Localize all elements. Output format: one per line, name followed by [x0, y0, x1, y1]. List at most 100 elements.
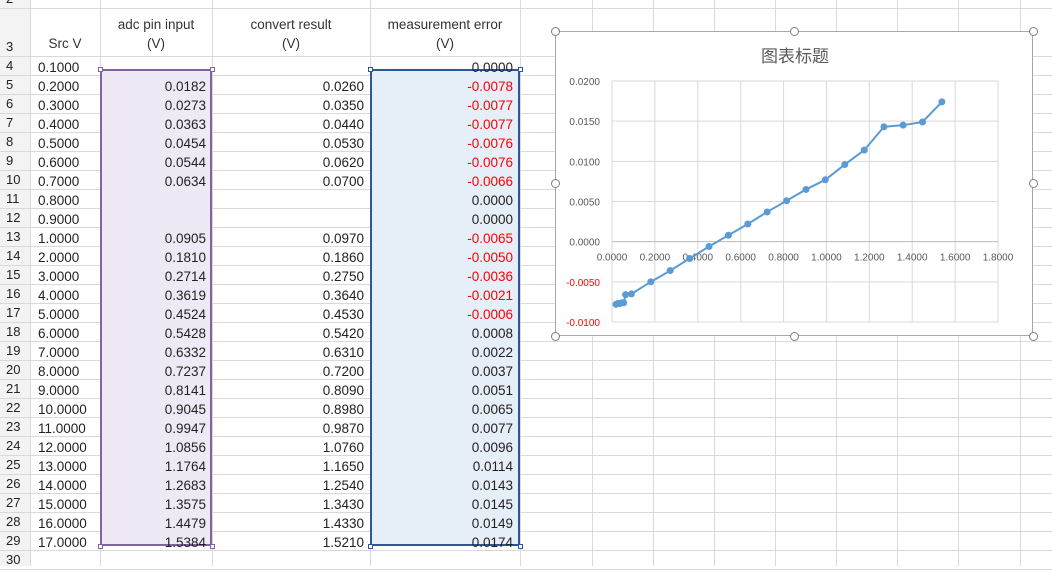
- cell-src-v[interactable]: 12.0000: [38, 438, 98, 457]
- cell-measurement-error[interactable]: -0.0077: [370, 115, 513, 134]
- selection-handle[interactable]: [210, 67, 215, 72]
- header-convert-line2[interactable]: (V): [212, 34, 370, 53]
- chart-resize-handle[interactable]: [550, 179, 560, 188]
- cell-adc-input[interactable]: 0.5428: [100, 324, 206, 343]
- cell-convert-result[interactable]: 0.0350: [212, 96, 364, 115]
- row-number[interactable]: 17: [6, 303, 30, 322]
- cell-measurement-error[interactable]: 0.0114: [370, 457, 513, 476]
- chart-plot[interactable]: 0.0200 0.0150 0.0100 0.0050 0.0000 -0.0050 -0.…: [556, 32, 1034, 337]
- row-number[interactable]: 26: [6, 474, 30, 493]
- cell-measurement-error[interactable]: 0.0145: [370, 495, 513, 514]
- cell-measurement-error[interactable]: -0.0036: [370, 267, 513, 286]
- cell-src-v[interactable]: 0.3000: [38, 96, 98, 115]
- cell-adc-input[interactable]: 1.4479: [100, 514, 206, 533]
- cell-src-v[interactable]: 8.0000: [38, 362, 98, 381]
- cell-adc-input[interactable]: 1.3575: [100, 495, 206, 514]
- chart-resize-handle[interactable]: [1028, 26, 1038, 36]
- cell-src-v[interactable]: 0.4000: [38, 115, 98, 134]
- cell-adc-input[interactable]: 0.2714: [100, 267, 206, 286]
- cell-measurement-error[interactable]: -0.0006: [370, 305, 513, 324]
- cell-convert-result[interactable]: 0.0440: [212, 115, 364, 134]
- cell-measurement-error[interactable]: 0.0174: [370, 533, 513, 552]
- cell-convert-result[interactable]: 0.2750: [212, 267, 364, 286]
- cell-src-v[interactable]: 15.0000: [38, 495, 98, 514]
- cell-src-v[interactable]: 11.0000: [38, 419, 98, 438]
- selection-handle[interactable]: [368, 67, 373, 72]
- chart-resize-handle[interactable]: [1028, 331, 1038, 341]
- cell-measurement-error[interactable]: 0.0000: [370, 58, 513, 77]
- cell-measurement-error[interactable]: -0.0050: [370, 248, 513, 267]
- row-number[interactable]: 16: [6, 284, 30, 303]
- chart-resize-handle[interactable]: [550, 331, 560, 341]
- cell-adc-input[interactable]: 0.0182: [100, 77, 206, 96]
- cell-src-v[interactable]: 17.0000: [38, 533, 98, 552]
- spreadsheet[interactable]: 2345678910111213141516171819202122232425…: [0, 0, 1052, 570]
- cell-adc-input[interactable]: 0.9045: [100, 400, 206, 419]
- row-number[interactable]: 10: [6, 170, 30, 189]
- selection-handle[interactable]: [518, 544, 523, 549]
- cell-convert-result[interactable]: 1.0760: [212, 438, 364, 457]
- cell-measurement-error[interactable]: -0.0078: [370, 77, 513, 96]
- cell-convert-result[interactable]: 0.9870: [212, 419, 364, 438]
- cell-measurement-error[interactable]: -0.0021: [370, 286, 513, 305]
- cell-adc-input[interactable]: 0.0273: [100, 96, 206, 115]
- cell-measurement-error[interactable]: 0.0096: [370, 438, 513, 457]
- cell-convert-result[interactable]: 0.0260: [212, 77, 364, 96]
- cell-measurement-error[interactable]: 0.0008: [370, 324, 513, 343]
- cell-measurement-error[interactable]: 0.0037: [370, 362, 513, 381]
- chart-resize-handle[interactable]: [789, 331, 799, 341]
- cell-convert-result[interactable]: 0.5420: [212, 324, 364, 343]
- cell-src-v[interactable]: 14.0000: [38, 476, 98, 495]
- row-number[interactable]: 22: [6, 398, 30, 417]
- row-number[interactable]: 6: [6, 94, 30, 113]
- cell-convert-result[interactable]: 1.3430: [212, 495, 364, 514]
- row-number[interactable]: 2: [6, 0, 30, 8]
- header-adc-line1[interactable]: adc pin input: [100, 15, 212, 34]
- chart-object[interactable]: 图表标题 0.0200 0.0150 0.0100 0.0050 0.0000 -0.00…: [555, 31, 1033, 336]
- cell-measurement-error[interactable]: 0.0022: [370, 343, 513, 362]
- cell-convert-result[interactable]: 0.6310: [212, 343, 364, 362]
- cell-convert-result[interactable]: 0.0620: [212, 153, 364, 172]
- cell-adc-input[interactable]: 1.0856: [100, 438, 206, 457]
- cell-adc-input[interactable]: 0.0363: [100, 115, 206, 134]
- cell-convert-result[interactable]: 0.3640: [212, 286, 364, 305]
- cell-src-v[interactable]: 0.1000: [38, 58, 98, 77]
- cell-convert-result[interactable]: 1.4330: [212, 514, 364, 533]
- cell-convert-result[interactable]: 0.8980: [212, 400, 364, 419]
- cell-adc-input[interactable]: 0.3619: [100, 286, 206, 305]
- cell-adc-input[interactable]: 0.4524: [100, 305, 206, 324]
- header-error-line2[interactable]: (V): [370, 34, 520, 53]
- cell-src-v[interactable]: 16.0000: [38, 514, 98, 533]
- chart-resize-handle[interactable]: [1028, 179, 1038, 188]
- cell-src-v[interactable]: 0.2000: [38, 77, 98, 96]
- cell-src-v[interactable]: 5.0000: [38, 305, 98, 324]
- row-number[interactable]: 19: [6, 341, 30, 360]
- row-number[interactable]: 14: [6, 246, 30, 265]
- cell-measurement-error[interactable]: 0.0077: [370, 419, 513, 438]
- cell-measurement-error[interactable]: -0.0066: [370, 172, 513, 191]
- row-number[interactable]: 4: [6, 56, 30, 75]
- cell-src-v[interactable]: 13.0000: [38, 457, 98, 476]
- row-number[interactable]: 30: [6, 550, 30, 569]
- cell-measurement-error[interactable]: -0.0076: [370, 153, 513, 172]
- cell-adc-input[interactable]: 0.0544: [100, 153, 206, 172]
- row-number[interactable]: 27: [6, 493, 30, 512]
- row-number[interactable]: 23: [6, 417, 30, 436]
- cell-src-v[interactable]: 0.5000: [38, 134, 98, 153]
- cell-convert-result[interactable]: 0.8090: [212, 381, 364, 400]
- cell-convert-result[interactable]: 1.2540: [212, 476, 364, 495]
- cell-measurement-error[interactable]: 0.0000: [370, 210, 513, 229]
- cell-measurement-error[interactable]: 0.0051: [370, 381, 513, 400]
- header-convert-line1[interactable]: convert result: [212, 15, 370, 34]
- selection-handle[interactable]: [98, 67, 103, 72]
- cell-src-v[interactable]: 0.7000: [38, 172, 98, 191]
- selection-handle[interactable]: [518, 67, 523, 72]
- cell-adc-input[interactable]: 0.0454: [100, 134, 206, 153]
- cell-convert-result[interactable]: 1.5210: [212, 533, 364, 552]
- cell-convert-result[interactable]: 0.1860: [212, 248, 364, 267]
- selection-handle[interactable]: [368, 544, 373, 549]
- cell-adc-input[interactable]: 0.9947: [100, 419, 206, 438]
- row-number[interactable]: 7: [6, 113, 30, 132]
- row-number[interactable]: 13: [6, 227, 30, 246]
- cell-measurement-error[interactable]: 0.0065: [370, 400, 513, 419]
